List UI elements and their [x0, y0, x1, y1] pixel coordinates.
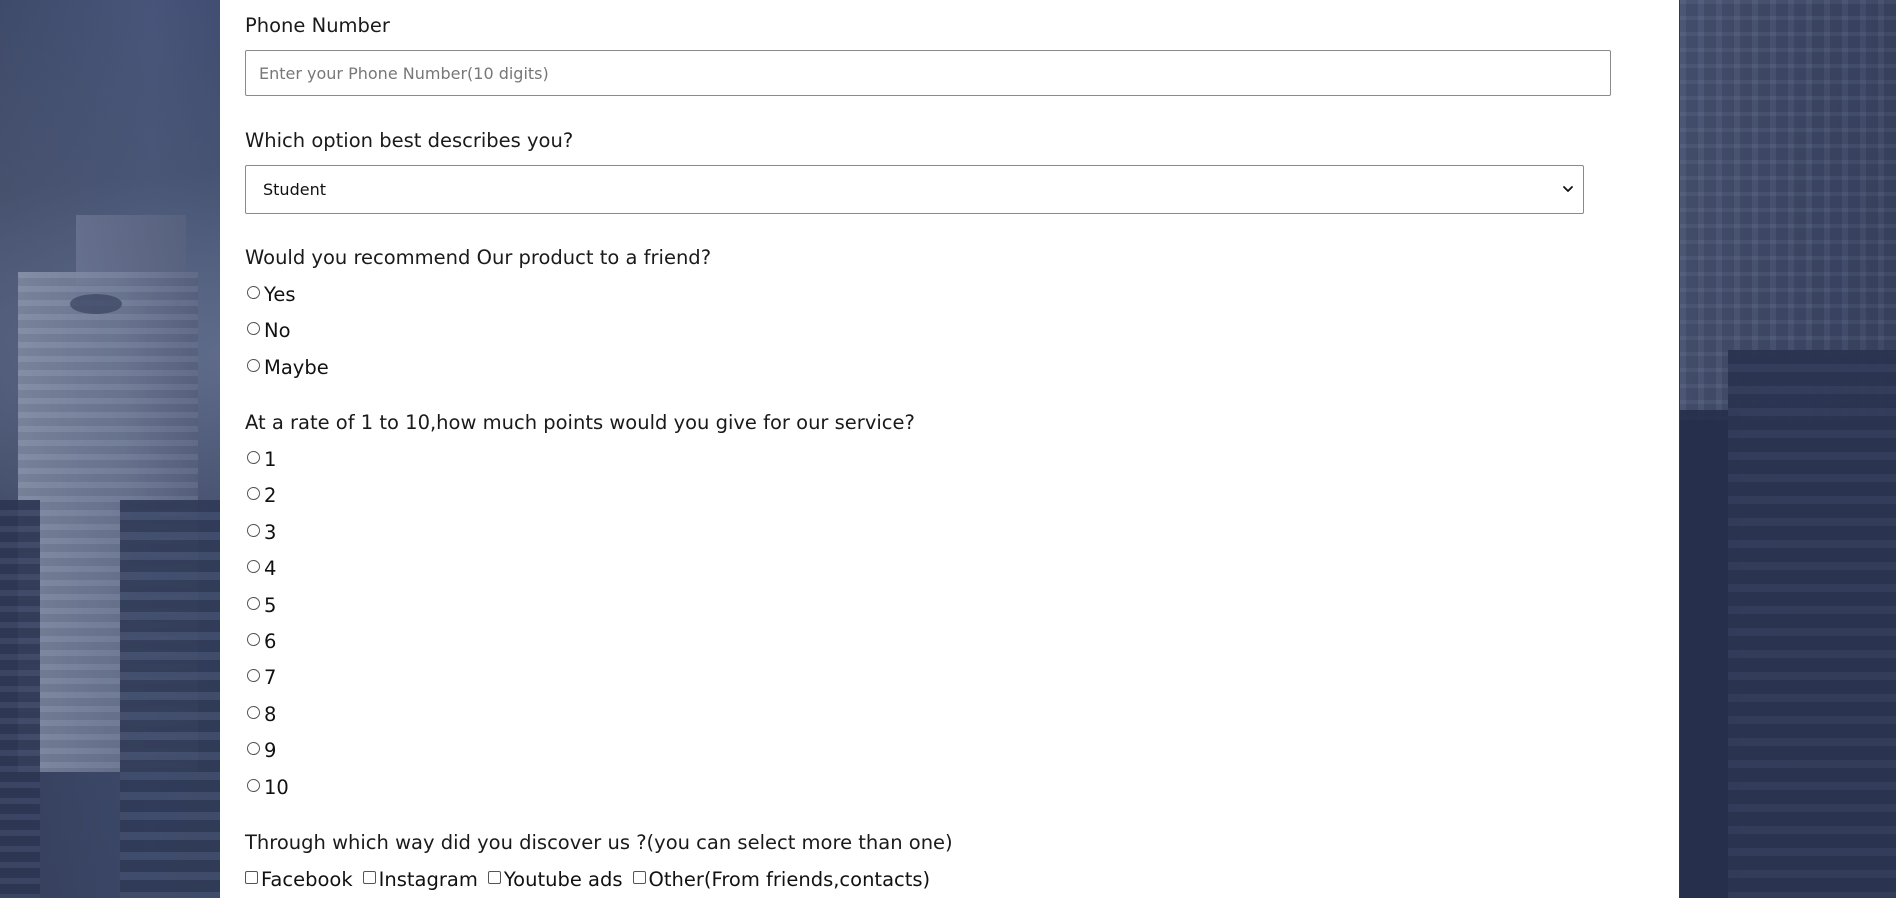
rating-option-7[interactable]: 7: [247, 665, 276, 689]
phone-label: Phone Number: [245, 14, 390, 37]
rating-option-8[interactable]: 8: [247, 702, 276, 726]
option-label: 3: [264, 520, 277, 544]
rating-option-2[interactable]: 2: [247, 483, 276, 507]
option-label: 4: [264, 556, 277, 580]
radio-unchecked-icon[interactable]: [247, 358, 260, 372]
discovery-option-instagram[interactable]: Instagram: [362, 867, 478, 891]
rating-label: At a rate of 1 to 10,how much points wou…: [245, 411, 915, 434]
radio-unchecked-icon[interactable]: [247, 596, 260, 610]
role-label: Which option best describes you?: [245, 129, 574, 152]
option-label: 5: [264, 593, 277, 617]
option-label: 7: [264, 665, 277, 689]
checkbox-unchecked-icon[interactable]: [245, 870, 258, 884]
role-select-value: Student: [263, 180, 326, 199]
discovery-options: Facebook Instagram Youtube ads Other(Fro…: [245, 867, 940, 891]
checkbox-unchecked-icon[interactable]: [362, 870, 376, 884]
radio-unchecked-icon[interactable]: [247, 486, 260, 500]
option-label: Maybe: [264, 355, 329, 379]
radio-unchecked-icon[interactable]: [247, 450, 260, 464]
radio-unchecked-icon[interactable]: [247, 285, 260, 299]
option-label: 10: [264, 775, 289, 799]
rating-option-10[interactable]: 10: [247, 775, 289, 799]
discovery-option-youtube-ads[interactable]: Youtube ads: [487, 867, 623, 891]
discovery-option-facebook[interactable]: Facebook: [245, 868, 353, 891]
rating-option-6[interactable]: 6: [247, 629, 276, 653]
rating-option-5[interactable]: 5: [247, 593, 276, 617]
option-label: 6: [264, 629, 277, 653]
option-label: Youtube ads: [503, 867, 623, 891]
radio-unchecked-icon[interactable]: [247, 705, 260, 719]
option-label: No: [264, 318, 291, 342]
background-building: [0, 500, 40, 898]
background-building: [120, 500, 220, 898]
radio-unchecked-icon[interactable]: [247, 523, 260, 537]
option-label: 9: [264, 738, 277, 762]
background-hotel-logo: [70, 294, 122, 314]
rating-option-3[interactable]: 3: [247, 520, 276, 544]
radio-unchecked-icon[interactable]: [247, 321, 260, 335]
option-label: 8: [264, 702, 277, 726]
option-label: Instagram: [378, 867, 478, 891]
discovery-option-other[interactable]: Other(From friends,contacts): [632, 867, 931, 891]
recommend-option-yes[interactable]: Yes: [247, 282, 295, 306]
phone-input[interactable]: [245, 50, 1611, 96]
radio-unchecked-icon[interactable]: [247, 559, 260, 573]
background-building: [1728, 350, 1896, 898]
option-label: Facebook: [261, 867, 353, 891]
option-label: Other(From friends,contacts): [648, 867, 931, 891]
radio-unchecked-icon[interactable]: [247, 778, 260, 792]
radio-unchecked-icon[interactable]: [247, 668, 260, 682]
option-label: 2: [264, 483, 277, 507]
recommend-option-no[interactable]: No: [247, 318, 291, 342]
rating-option-4[interactable]: 4: [247, 556, 276, 580]
rating-option-9[interactable]: 9: [247, 738, 276, 762]
option-label: 1: [264, 447, 277, 471]
checkbox-unchecked-icon[interactable]: [487, 870, 501, 884]
survey-form: Phone Number Which option best describes…: [220, 0, 1679, 898]
checkbox-unchecked-icon[interactable]: [632, 870, 646, 884]
option-label: Yes: [264, 282, 296, 306]
radio-unchecked-icon[interactable]: [247, 741, 260, 755]
recommend-label: Would you recommend Our product to a fri…: [245, 246, 712, 269]
recommend-option-maybe[interactable]: Maybe: [247, 355, 329, 379]
radio-unchecked-icon[interactable]: [247, 632, 260, 646]
background-hotel-sign: [32, 318, 182, 332]
discovery-label: Through which way did you discover us ?(…: [245, 831, 953, 854]
rating-option-1[interactable]: 1: [247, 447, 276, 471]
role-select[interactable]: Student: [245, 165, 1584, 214]
chevron-down-icon: [1563, 186, 1573, 192]
